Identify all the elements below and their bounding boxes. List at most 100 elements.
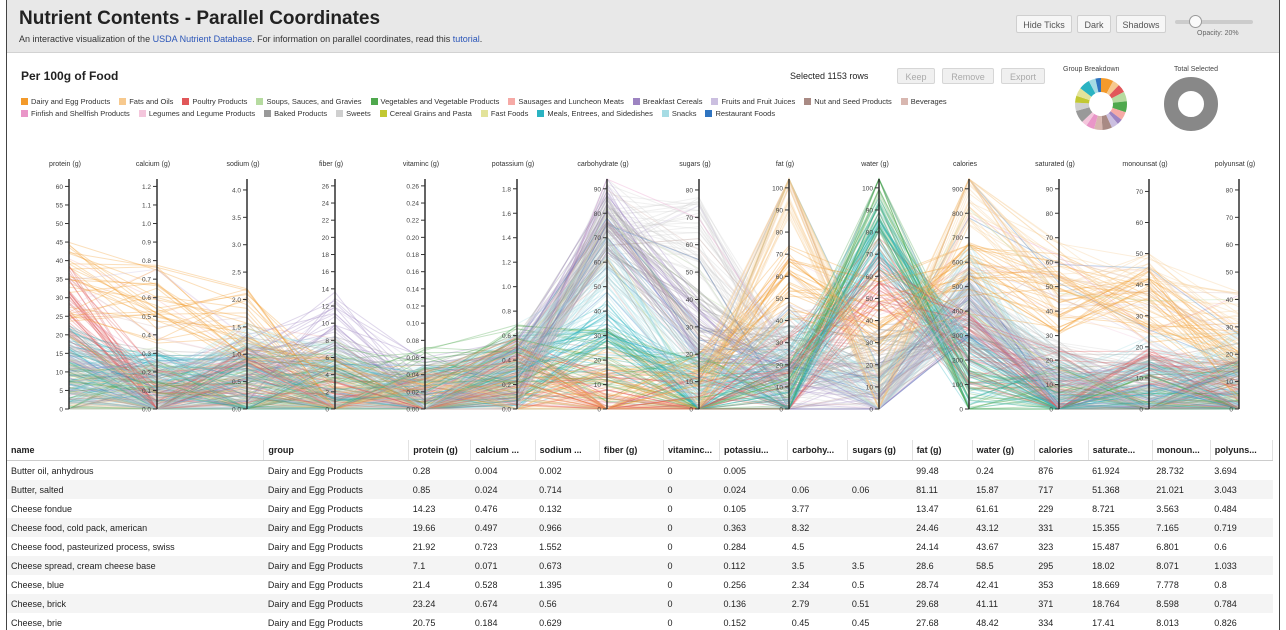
table-row[interactable]: Cheese, brick Dairy and Egg Products 23.24… bbox=[7, 594, 1273, 613]
column-header[interactable]: polyuns... bbox=[1210, 440, 1274, 461]
column-header[interactable]: carbohy... bbox=[787, 440, 849, 461]
table-row[interactable]: Cheese fondue Dairy and Egg Products 14.23… bbox=[7, 499, 1273, 518]
table-row[interactable]: Cheese spread, cream cheese base Dairy an… bbox=[7, 556, 1273, 575]
opacity-slider-handle[interactable] bbox=[1189, 15, 1202, 28]
legend-item[interactable]: Dairy and Egg Products bbox=[21, 96, 110, 108]
table-cell: 0.528 bbox=[474, 579, 498, 590]
axis-tick-label: 1.1 bbox=[142, 202, 151, 209]
column-header[interactable]: sugars (g) bbox=[847, 440, 913, 461]
axis-title[interactable]: fat (g) bbox=[776, 161, 794, 168]
table-row[interactable]: Cheese food, cold pack, american Dairy an… bbox=[7, 518, 1273, 537]
column-header[interactable]: calories bbox=[1034, 440, 1089, 461]
axis-title[interactable]: saturated (g) bbox=[1035, 161, 1075, 168]
shadows-button[interactable]: Shadows bbox=[1116, 15, 1166, 33]
table-cell: 0.85 bbox=[408, 480, 471, 499]
parallel-coordinates-plot[interactable]: protein (g) 60 55 50 45 40 35 30 25 20 15 10 5 0 calci… bbox=[7, 155, 1280, 425]
legend-label: Cereal Grains and Pasta bbox=[389, 109, 472, 118]
data-table: name group protein (g) calcium ... sodium ..… bbox=[7, 440, 1274, 630]
table-cell: 229 bbox=[1038, 503, 1054, 514]
table-row[interactable]: Cheese food, pasteurized process, swiss D… bbox=[7, 537, 1273, 556]
axis-tick-label: 50 bbox=[866, 296, 874, 303]
axis-tick-label: 4.0 bbox=[232, 187, 241, 194]
hide-ticks-button[interactable]: Hide Ticks bbox=[1016, 15, 1072, 33]
table-row[interactable]: Cheese, brie Dairy and Egg Products 20.75 0… bbox=[7, 613, 1273, 630]
table-cell: 3.77 bbox=[791, 503, 810, 514]
axis-tick-label: 26 bbox=[322, 183, 330, 190]
legend-item[interactable]: Cereal Grains and Pasta bbox=[379, 108, 472, 120]
legend-item[interactable]: Meals, Entrees, and Sidedishes bbox=[537, 108, 653, 120]
legend-item[interactable]: Fats and Oils bbox=[119, 96, 173, 108]
axis-tick-label: 0.04 bbox=[406, 372, 419, 379]
legend-item[interactable]: Breakfast Cereals bbox=[632, 96, 702, 108]
legend-item[interactable]: Finfish and Shellfish Products bbox=[21, 108, 130, 120]
tutorial-link[interactable]: tutorial bbox=[453, 34, 480, 44]
axis-title[interactable]: carbohydrate (g) bbox=[577, 161, 628, 168]
axis-title[interactable]: polyunsat (g) bbox=[1215, 161, 1255, 168]
axis-title[interactable]: calories bbox=[953, 161, 978, 168]
legend-item[interactable]: Snacks bbox=[661, 108, 696, 120]
legend-item[interactable]: Baked Products bbox=[264, 108, 327, 120]
axis-title[interactable]: fiber (g) bbox=[319, 161, 343, 168]
table-row[interactable]: Butter, salted Dairy and Egg Products 0.85… bbox=[7, 480, 1273, 499]
axis-title[interactable]: sugars (g) bbox=[679, 161, 711, 168]
axis-tick-label: 45 bbox=[56, 240, 64, 247]
legend-item[interactable]: Poultry Products bbox=[182, 96, 247, 108]
legend-item[interactable]: Restaurant Foods bbox=[705, 108, 775, 120]
axis-title[interactable]: water (g) bbox=[860, 161, 889, 168]
axis-tick-label: 60 bbox=[1046, 260, 1054, 267]
table-cell bbox=[599, 461, 663, 481]
column-header[interactable]: name bbox=[7, 440, 265, 461]
column-header[interactable]: group bbox=[263, 440, 410, 461]
table-cell bbox=[599, 518, 664, 537]
legend-swatch bbox=[256, 98, 264, 105]
axis-title[interactable]: calcium (g) bbox=[136, 161, 170, 168]
axis-tick-label: 80 bbox=[1226, 187, 1234, 194]
table-cell: 0 bbox=[667, 503, 673, 514]
axis-tick-label: 40 bbox=[866, 318, 874, 325]
axis-title[interactable]: vitaminc (g) bbox=[403, 161, 439, 168]
column-header[interactable]: fiber (g) bbox=[599, 440, 665, 461]
legend-item[interactable]: Fruits and Fruit Juices bbox=[711, 96, 795, 108]
axis-tick-label: 300 bbox=[952, 333, 963, 340]
axis-title[interactable]: protein (g) bbox=[49, 161, 81, 168]
column-header[interactable]: fat (g) bbox=[912, 440, 973, 461]
table-cell: 0.002 bbox=[539, 465, 562, 476]
opacity-slider[interactable] bbox=[1175, 15, 1253, 28]
column-header[interactable]: protein (g) bbox=[408, 440, 472, 461]
table-row[interactable]: Butter oil, anhydrous Dairy and Egg Produ… bbox=[7, 461, 1273, 481]
table-row[interactable]: Cheese, blue Dairy and Egg Products 21.4 0.… bbox=[7, 575, 1273, 594]
legend-item[interactable]: Legumes and Legume Products bbox=[138, 108, 255, 120]
remove-button[interactable]: Remove bbox=[942, 68, 994, 84]
table-cell: Dairy and Egg Products bbox=[267, 465, 363, 476]
table-cell: 0.136 bbox=[719, 594, 788, 613]
keep-button[interactable]: Keep bbox=[897, 68, 935, 84]
table-cell: 371 bbox=[1034, 594, 1089, 613]
table-cell: 0.24 bbox=[976, 465, 994, 476]
legend-item[interactable]: Soups, Sauces, and Gravies bbox=[256, 96, 362, 108]
column-header[interactable]: calcium ... bbox=[470, 440, 536, 461]
axis-tick-label: 10 bbox=[1046, 382, 1054, 389]
axis-title[interactable]: potassium (g) bbox=[492, 161, 534, 168]
axis-title[interactable]: monounsat (g) bbox=[1122, 161, 1167, 168]
legend-item[interactable]: Sausages and Luncheon Meats bbox=[508, 96, 624, 108]
table-cell: Cheese food, pasteurized process, swiss bbox=[11, 541, 175, 552]
legend-item[interactable]: Nut and Seed Products bbox=[804, 96, 892, 108]
axis-title[interactable]: sodium (g) bbox=[226, 161, 259, 168]
dark-button[interactable]: Dark bbox=[1077, 15, 1111, 33]
column-header[interactable]: monoun... bbox=[1152, 440, 1211, 461]
legend-item[interactable]: Sweets bbox=[336, 108, 371, 120]
table-cell: 51.368 bbox=[1088, 480, 1153, 499]
column-header[interactable]: vitaminc... bbox=[663, 440, 720, 461]
export-button[interactable]: Export bbox=[1001, 68, 1045, 84]
parallel-coordinates-svg[interactable]: protein (g)605550454035302520151050calci… bbox=[7, 155, 1280, 425]
legend-item[interactable]: Vegetables and Vegetable Products bbox=[370, 96, 499, 108]
column-header[interactable]: potassiu... bbox=[719, 440, 789, 461]
column-header[interactable]: water (g) bbox=[972, 440, 1035, 461]
axis-tick-label: 0 bbox=[689, 407, 693, 414]
legend-item[interactable]: Fast Foods bbox=[480, 108, 528, 120]
table-body: Butter oil, anhydrous Dairy and Egg Produ… bbox=[7, 461, 1273, 630]
column-header[interactable]: saturate... bbox=[1088, 440, 1153, 461]
legend-item[interactable]: Beverages bbox=[900, 96, 947, 108]
column-header[interactable]: sodium ... bbox=[535, 440, 600, 461]
usda-link[interactable]: USDA Nutrient Database bbox=[153, 34, 253, 44]
